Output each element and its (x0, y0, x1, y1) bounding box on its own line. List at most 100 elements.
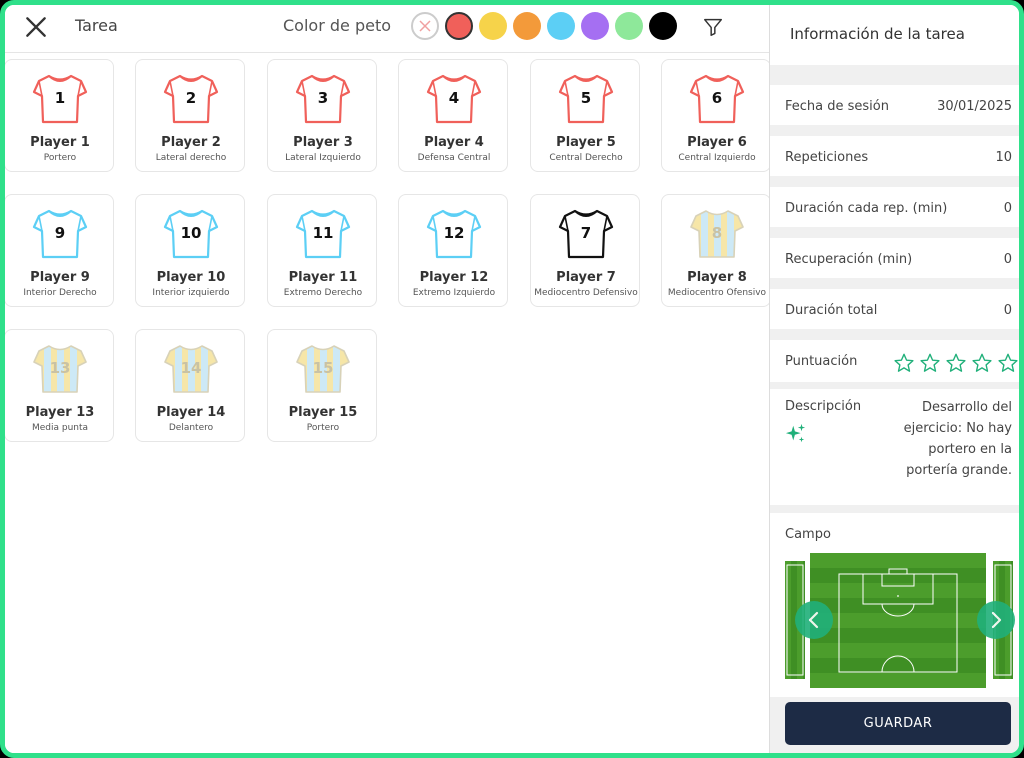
descripcion-label: Descripción (785, 399, 862, 414)
player-card[interactable]: 15 Player 15 Portero (267, 329, 377, 442)
player-card[interactable]: 10 Player 10 Interior izquierdo (135, 194, 245, 307)
player-name: Player 7 (556, 270, 616, 285)
player-role: Interior Derecho (23, 288, 97, 298)
jersey-number: 9 (54, 224, 66, 242)
player-name: Player 13 (25, 405, 95, 420)
repeticiones-value[interactable]: 10 (995, 150, 1012, 165)
swatch-orange[interactable] (513, 12, 541, 40)
player-card[interactable]: 5 Player 5 Central Derecho (530, 59, 640, 172)
player-role: Lateral Izquierdo (285, 153, 361, 163)
jersey-number: 5 (580, 89, 592, 107)
player-name: Player 6 (687, 135, 747, 150)
player-role: Extremo Izquierdo (412, 288, 496, 298)
star-icon[interactable] (997, 352, 1019, 374)
jersey-number: 6 (711, 89, 723, 107)
swatch-none[interactable] (411, 12, 439, 40)
recuperacion-row: Recuperación (min) 0 (770, 238, 1019, 278)
descripcion-value[interactable]: Desarrollo del ejercicio: No hay portero… (882, 397, 1012, 481)
close-icon (26, 17, 46, 37)
jersey-number: 13 (49, 359, 71, 377)
player-role: Extremo Derecho (283, 288, 363, 298)
field-prev-button[interactable] (795, 601, 833, 639)
player-card[interactable]: 2 Player 2 Lateral derecho (135, 59, 245, 172)
duracion-rep-row: Duración cada rep. (min) 0 (770, 187, 1019, 227)
player-card[interactable]: 14 Player 14 Delantero (135, 329, 245, 442)
fecha-row: Fecha de sesión 30/01/2025 (770, 85, 1019, 125)
swatch-purple[interactable] (581, 12, 609, 40)
field-diagram[interactable] (810, 553, 986, 688)
player-name: Player 8 (687, 270, 747, 285)
player-card[interactable]: 1 Player 1 Portero (5, 59, 114, 172)
player-card[interactable]: 9 Player 9 Interior Derecho (5, 194, 114, 307)
star-icon[interactable] (893, 352, 915, 374)
jersey-number: 14 (180, 359, 202, 377)
close-button[interactable] (23, 14, 49, 40)
duracion-total-row: Duración total 0 (770, 289, 1019, 329)
swatch-black[interactable] (649, 12, 677, 40)
field-carousel (785, 553, 1015, 688)
sparkle-icon[interactable] (785, 423, 807, 445)
player-card[interactable]: 8 Player 8 Mediocentro Ofensivo (661, 194, 771, 307)
player-role: Defensa Central (417, 153, 491, 163)
player-role: Portero (306, 423, 340, 433)
player-card[interactable]: 11 Player 11 Extremo Derecho (267, 194, 377, 307)
info-panel: Información de la tarea Fecha de sesión … (769, 5, 1019, 753)
duracion-rep-value[interactable]: 0 (1004, 201, 1012, 216)
player-name: Player 11 (288, 270, 358, 285)
player-role: Interior izquierdo (152, 288, 230, 298)
jersey-number: 15 (312, 359, 334, 377)
player-role: Lateral derecho (155, 153, 227, 163)
player-card[interactable]: 3 Player 3 Lateral Izquierdo (267, 59, 377, 172)
swatch-yellow[interactable] (479, 12, 507, 40)
recuperacion-label: Recuperación (min) (785, 252, 913, 267)
fecha-label: Fecha de sesión (785, 99, 889, 114)
jersey-number: 11 (312, 224, 334, 242)
clear-color-icon (419, 20, 431, 32)
player-role: Central Derecho (549, 153, 623, 163)
player-name: Player 12 (419, 270, 489, 285)
jersey-number: 4 (448, 89, 460, 107)
puntuacion-label: Puntuación (785, 354, 858, 369)
filter-button[interactable] (702, 16, 724, 38)
jersey-number: 7 (580, 224, 592, 242)
recuperacion-value[interactable]: 0 (1004, 252, 1012, 267)
player-name: Player 4 (424, 135, 484, 150)
top-bar: Tarea Color de peto (5, 5, 769, 51)
star-icon[interactable] (971, 352, 993, 374)
swatch-light-green[interactable] (615, 12, 643, 40)
player-card[interactable]: 13 Player 13 Media punta (5, 329, 114, 442)
player-name: Player 15 (288, 405, 358, 420)
save-button[interactable]: GUARDAR (785, 702, 1011, 745)
chevron-right-icon (991, 611, 1002, 629)
player-name: Player 5 (556, 135, 616, 150)
swatch-red[interactable] (445, 12, 473, 40)
puntuacion-row: Puntuación (770, 340, 1019, 382)
duracion-rep-label: Duración cada rep. (min) (785, 201, 948, 216)
header-divider (5, 52, 769, 53)
star-icon[interactable] (919, 352, 941, 374)
jersey-number: 1 (54, 89, 66, 107)
info-header: Información de la tarea (770, 5, 1019, 65)
player-card[interactable]: 12 Player 12 Extremo Izquierdo (398, 194, 508, 307)
jersey-number: 3 (317, 89, 329, 107)
filter-icon (704, 18, 722, 36)
field-next-button[interactable] (977, 601, 1015, 639)
player-name: Player 1 (30, 135, 90, 150)
player-role: Portero (43, 153, 77, 163)
fecha-value[interactable]: 30/01/2025 (937, 99, 1012, 114)
player-name: Player 3 (293, 135, 353, 150)
duracion-total-label: Duración total (785, 303, 878, 318)
peto-color-label: Color de peto (283, 16, 392, 35)
task-panel: Tarea Color de peto 1 Player 1 Portero 2… (5, 5, 771, 753)
player-card[interactable]: 4 Player 4 Defensa Central (398, 59, 508, 172)
repeticiones-label: Repeticiones (785, 150, 869, 165)
player-role: Delantero (168, 423, 214, 433)
swatch-light-blue[interactable] (547, 12, 575, 40)
player-card[interactable]: 7 Player 7 Mediocentro Defensivo (530, 194, 640, 307)
player-role: Central Izquierdo (678, 153, 756, 163)
jersey-number: 2 (185, 89, 197, 107)
star-icon[interactable] (945, 352, 967, 374)
app-window: Tarea Color de peto 1 Player 1 Portero 2… (0, 0, 1024, 758)
player-card[interactable]: 6 Player 6 Central Izquierdo (661, 59, 771, 172)
descripcion-row: Descripción Desarrollo del ejercicio: No… (770, 389, 1019, 505)
